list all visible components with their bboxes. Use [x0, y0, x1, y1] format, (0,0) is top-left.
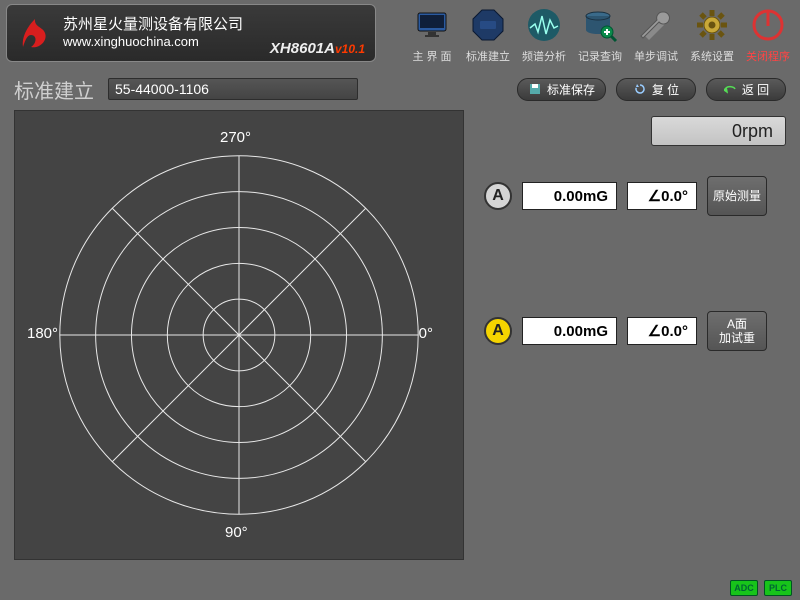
main-nav: 主 界 面 标准建立 频谱分析 记录查询 单步调试	[376, 4, 794, 64]
refresh-icon	[633, 82, 647, 96]
company-logo-icon	[15, 13, 55, 53]
original-measure-button[interactable]: 原始测量	[707, 176, 767, 216]
nav-home[interactable]: 主 界 面	[406, 4, 458, 64]
angle-a1: ∠0.0°	[627, 182, 697, 210]
axis-label-0: 0°	[419, 325, 433, 342]
axis-label-270: 270°	[220, 129, 251, 146]
gear-icon	[691, 4, 733, 46]
reset-button[interactable]: 复 位	[616, 78, 696, 101]
nav-standard[interactable]: 标准建立	[462, 4, 514, 64]
nav-close[interactable]: 关闭程序	[742, 4, 794, 64]
reading-row-original: A 0.00mG ∠0.0° 原始测量	[484, 176, 786, 216]
subheader: 标准建立 55-44000-1106 标准保存 复 位 返 回	[0, 72, 800, 106]
main-area: 0° 90° 180° 270° 0rpm A 0.00mG ∠0.0° 原始测…	[0, 106, 800, 560]
tools-icon	[635, 4, 677, 46]
status-adc: ADC	[730, 580, 758, 596]
nav-settings[interactable]: 系统设置	[686, 4, 738, 64]
rpm-display: 0rpm	[651, 116, 786, 146]
nav-records[interactable]: 记录查询	[574, 4, 626, 64]
magnitude-a2: 0.00mG	[522, 317, 617, 345]
readings-panel: 0rpm A 0.00mG ∠0.0° 原始测量 A 0.00mG ∠0.0° …	[484, 110, 786, 560]
plane-badge-a-grey: A	[484, 182, 512, 210]
monitor-icon	[411, 4, 453, 46]
nav-spectrum[interactable]: 频谱分析	[518, 4, 570, 64]
company-name: 苏州星火量测设备有限公司	[63, 16, 367, 35]
back-arrow-icon	[723, 82, 737, 96]
model-label: XH8601Av10.1	[270, 40, 365, 57]
axis-label-180: 180°	[27, 325, 58, 342]
power-icon	[747, 4, 789, 46]
octagon-icon	[467, 4, 509, 46]
status-plc: PLC	[764, 580, 792, 596]
spectrum-icon	[523, 4, 565, 46]
back-button[interactable]: 返 回	[706, 78, 786, 101]
polar-chart: 0° 90° 180° 270°	[14, 110, 464, 560]
standard-id-field[interactable]: 55-44000-1106	[108, 78, 358, 100]
polar-panel: 0° 90° 180° 270°	[14, 110, 464, 560]
plane-badge-a-yellow: A	[484, 317, 512, 345]
angle-a2: ∠0.0°	[627, 317, 697, 345]
save-standard-button[interactable]: 标准保存	[517, 78, 606, 101]
page-title: 标准建立	[14, 75, 94, 104]
axis-label-90: 90°	[225, 524, 248, 541]
status-bar: ADC PLC	[730, 580, 792, 596]
reading-row-trial: A 0.00mG ∠0.0° A面 加试重	[484, 311, 786, 351]
magnitude-a1: 0.00mG	[522, 182, 617, 210]
save-icon	[528, 82, 542, 96]
nav-stepdebug[interactable]: 单步调试	[630, 4, 682, 64]
app-header: 苏州星火量测设备有限公司 www.xinghuochina.com XH8601…	[0, 0, 800, 72]
brand-box: 苏州星火量测设备有限公司 www.xinghuochina.com XH8601…	[6, 4, 376, 62]
database-search-icon	[579, 4, 621, 46]
add-trial-weight-button[interactable]: A面 加试重	[707, 311, 767, 351]
